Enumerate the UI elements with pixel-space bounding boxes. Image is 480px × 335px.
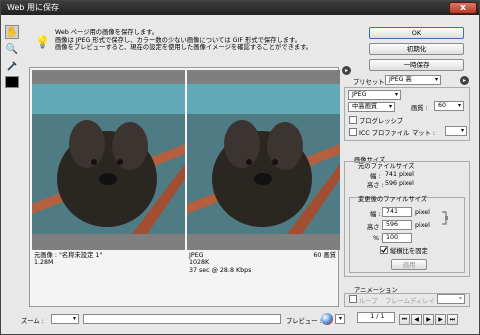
icc-profile-label: ICC プロファイル <box>359 130 410 137</box>
link-icon <box>441 210 449 226</box>
status-text <box>83 314 281 324</box>
download-time: 37 sec @ 28.8 Kbps <box>189 266 252 274</box>
quality-input[interactable]: 60 <box>434 101 464 111</box>
zoom-label: ズーム : <box>21 318 44 325</box>
preview-label: プレビュー : <box>286 318 322 325</box>
constrain-label: 縦横比を固定 <box>390 248 428 255</box>
optimized-pane: JPEG 60 画質 1028K 37 sec @ 28.8 Kbps <box>187 70 340 304</box>
close-button[interactable]: x <box>449 2 477 14</box>
loop-label: ループ <box>359 298 378 305</box>
info-message: Web ページ用の画像を保存します。 画像は JPEG 形式で保存し、カラー数の… <box>55 29 313 52</box>
animation-label: アニメーション <box>354 287 398 294</box>
preview-area: 元画像 : "名称未設定 1" 1.28M JPEG 60 画質 1028K 3… <box>29 67 340 307</box>
format-select[interactable]: JPEG <box>348 90 401 100</box>
height-unit: pixel <box>415 222 430 229</box>
first-frame-icon[interactable]: ⏮ <box>399 314 410 325</box>
original-pane: 元画像 : "名称未設定 1" 1.28M <box>32 70 185 304</box>
optimized-quality: 60 画質 <box>313 252 336 259</box>
last-frame-icon[interactable]: ⏭ <box>447 314 458 325</box>
width-unit: pixel <box>415 209 430 216</box>
new-width-input[interactable]: 741 <box>382 207 412 217</box>
save-temp-button[interactable]: 一時保存 <box>369 59 464 71</box>
optimized-image[interactable] <box>187 84 340 234</box>
play-icon[interactable]: ▶ <box>423 314 434 325</box>
zoom-select[interactable] <box>51 314 79 324</box>
constrain-checkbox[interactable] <box>380 246 388 254</box>
width-value: 741 pixel <box>385 171 414 178</box>
new-width-label: 幅 : <box>370 211 381 218</box>
frame-delay-label: フレームディレイ : <box>385 298 439 305</box>
optimized-size: 1028K <box>189 259 210 267</box>
title-bar: Web 用に保存 x <box>1 1 479 15</box>
new-size-label: 変更後のファイルサイズ <box>358 196 428 203</box>
ok-button[interactable]: OK <box>369 27 464 39</box>
optimized-format: JPEG <box>189 252 204 259</box>
progressive-label: プログレッシブ <box>359 118 404 125</box>
percent-input[interactable]: 100 <box>382 233 412 243</box>
original-image[interactable] <box>32 84 185 234</box>
zoom-icon[interactable]: 🔍 <box>5 42 19 56</box>
color-swatch[interactable] <box>5 76 19 88</box>
next-frame-icon[interactable]: ▶ <box>435 314 446 325</box>
preset-menu-arrow-icon[interactable]: ▸ <box>460 76 469 85</box>
quality-label: 画質 : <box>411 105 428 112</box>
original-size: 1.28M <box>34 259 54 267</box>
preset-select[interactable]: JPEG 高 <box>385 75 441 85</box>
icc-profile-checkbox[interactable] <box>349 128 357 136</box>
eyedropper-icon[interactable] <box>5 59 19 73</box>
apply-button[interactable]: 適用 <box>391 259 427 270</box>
new-height-input[interactable]: 596 <box>382 220 412 230</box>
width-label: 幅 : <box>370 173 381 180</box>
preview-browser-select[interactable] <box>335 314 345 324</box>
original-caption: 元画像 : "名称未設定 1" <box>34 252 103 259</box>
lightbulb-icon: 💡 <box>35 35 50 49</box>
progressive-checkbox[interactable] <box>349 116 357 124</box>
matte-select[interactable] <box>445 126 467 136</box>
tool-palette: ✋ 🔍 <box>5 25 23 88</box>
frame-counter: 1 / 1 <box>357 312 395 323</box>
preset-label: プリセット : <box>353 79 389 86</box>
window-title: Web 用に保存 <box>7 3 59 12</box>
height-value: 596 pixel <box>385 180 414 187</box>
toggle-panel-arrow-icon[interactable]: ▸ <box>342 66 351 75</box>
quality-preset-select[interactable]: 中高画質 <box>348 102 395 112</box>
hand-icon[interactable]: ✋ <box>5 25 19 39</box>
prev-frame-icon[interactable]: ◀ <box>411 314 422 325</box>
original-size-label: 元のファイルサイズ <box>358 163 415 170</box>
loop-checkbox[interactable] <box>349 295 357 303</box>
height-label: 高さ : <box>367 182 384 189</box>
browser-preview-icon[interactable] <box>321 313 333 325</box>
reset-button[interactable]: 初期化 <box>369 43 464 55</box>
save-for-web-window: Web 用に保存 x ✋ 🔍 💡 Web ページ用の画像を保存します。 画像は … <box>0 0 480 335</box>
matte-label: マット : <box>412 130 436 137</box>
frame-delay-select[interactable] <box>437 294 465 304</box>
